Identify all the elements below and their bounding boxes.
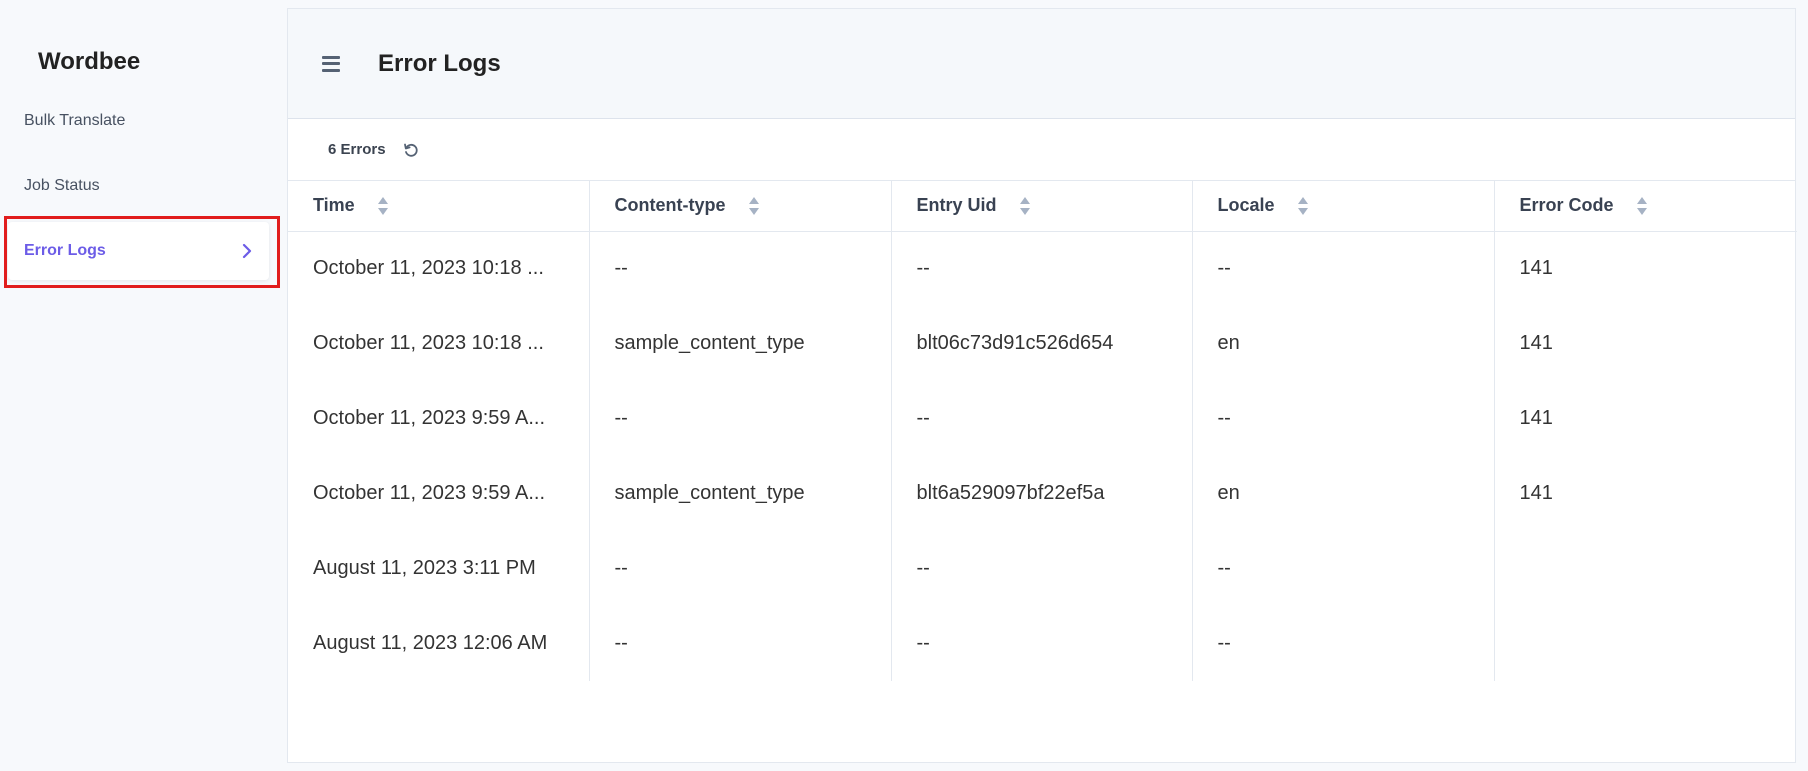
table-header-row: Time Content-type Entry Uid Locale Error…: [288, 181, 1797, 232]
cell-time: August 11, 2023 3:11 PM: [288, 531, 590, 606]
sort-icon[interactable]: [1019, 196, 1031, 216]
error-count: 6 Errors: [328, 141, 386, 158]
main-panel: Error Logs 6 Errors Time Content-type En…: [287, 8, 1797, 763]
table-row[interactable]: October 11, 2023 9:59 A... -- -- -- 141: [288, 381, 1797, 456]
sort-icon[interactable]: [748, 196, 760, 216]
cell-error-code: 141: [1519, 407, 1553, 429]
cell-time: October 11, 2023 10:18 ...: [288, 231, 590, 306]
sidebar: Wordbee Bulk Translate Job Status Error …: [0, 0, 287, 771]
cell-time: October 11, 2023 9:59 A...: [288, 456, 590, 531]
cell-locale: en: [1192, 456, 1495, 531]
cell-error-code: [1494, 531, 1797, 606]
cell-entry-uid: --: [891, 231, 1193, 306]
cell-content-type: sample_content_type: [589, 456, 892, 531]
chevron-right-icon: [242, 243, 252, 259]
cell-content-type: --: [589, 381, 892, 456]
refresh-icon[interactable]: [402, 141, 420, 159]
column-header-time[interactable]: Time: [288, 181, 590, 232]
column-header-locale[interactable]: Locale: [1192, 181, 1495, 232]
cell-locale: --: [1192, 531, 1495, 606]
sort-icon[interactable]: [377, 196, 389, 216]
table-row[interactable]: August 11, 2023 12:06 AM -- -- --: [288, 606, 1797, 681]
cell-content-type: --: [589, 231, 892, 306]
cell-entry-uid: --: [891, 381, 1193, 456]
cell-error-code: 141: [1519, 332, 1553, 354]
hamburger-icon[interactable]: [322, 55, 340, 72]
sidebar-item-label: Job Status: [24, 177, 100, 194]
table-row[interactable]: October 11, 2023 10:18 ... sample_conten…: [288, 306, 1797, 381]
cell-entry-uid: --: [891, 606, 1193, 681]
brand-logo: Wordbee: [38, 48, 141, 75]
cell-error-code: 141: [1519, 257, 1553, 280]
cell-time: October 11, 2023 10:18 ...: [288, 306, 590, 381]
app: Wordbee Bulk Translate Job Status Error …: [0, 0, 1808, 771]
cell-locale: en: [1192, 306, 1495, 381]
sidebar-item-label: Error Logs: [24, 242, 106, 259]
sidebar-item-error-logs[interactable]: Error Logs: [8, 222, 269, 280]
cell-entry-uid: blt06c73d91c526d654: [891, 306, 1193, 381]
sidebar-item-bulk-translate[interactable]: Bulk Translate: [8, 92, 269, 150]
cell-content-type: --: [589, 531, 892, 606]
column-label: Locale: [1217, 195, 1275, 216]
column-label: Error Code: [1519, 195, 1614, 216]
column-header-entry-uid[interactable]: Entry Uid: [891, 181, 1193, 232]
error-logs-table: Time Content-type Entry Uid Locale Error…: [288, 181, 1797, 681]
sort-icon[interactable]: [1297, 196, 1309, 216]
table-row[interactable]: October 11, 2023 9:59 A... sample_conten…: [288, 456, 1797, 531]
cell-time: August 11, 2023 12:06 AM: [288, 606, 590, 681]
table-toolbar: 6 Errors: [288, 119, 1795, 181]
column-header-content-type[interactable]: Content-type: [589, 181, 892, 232]
table-row[interactable]: October 11, 2023 10:18 ... -- -- -- 141: [288, 231, 1797, 306]
column-label: Time: [313, 195, 355, 216]
cell-error-code: 141: [1519, 482, 1553, 504]
column-label: Entry Uid: [916, 195, 997, 216]
cell-content-type: --: [589, 606, 892, 681]
page-title: Error Logs: [378, 49, 501, 77]
sort-icon[interactable]: [1636, 196, 1648, 216]
column-header-error-code[interactable]: Error Code: [1494, 181, 1797, 232]
cell-entry-uid: --: [891, 531, 1193, 606]
cell-locale: --: [1192, 606, 1495, 681]
cell-entry-uid: blt6a529097bf22ef5a: [891, 456, 1193, 531]
cell-content-type: sample_content_type: [589, 306, 892, 381]
sidebar-item-job-status[interactable]: Job Status: [8, 157, 269, 215]
cell-locale: --: [1192, 231, 1495, 306]
column-label: Content-type: [614, 195, 726, 216]
cell-error-code: [1494, 606, 1797, 681]
cell-locale: --: [1192, 381, 1495, 456]
table-row[interactable]: August 11, 2023 3:11 PM -- -- --: [288, 531, 1797, 606]
page-header: Error Logs: [288, 9, 1795, 119]
cell-time: October 11, 2023 9:59 A...: [288, 381, 590, 456]
sidebar-item-label: Bulk Translate: [24, 112, 126, 129]
